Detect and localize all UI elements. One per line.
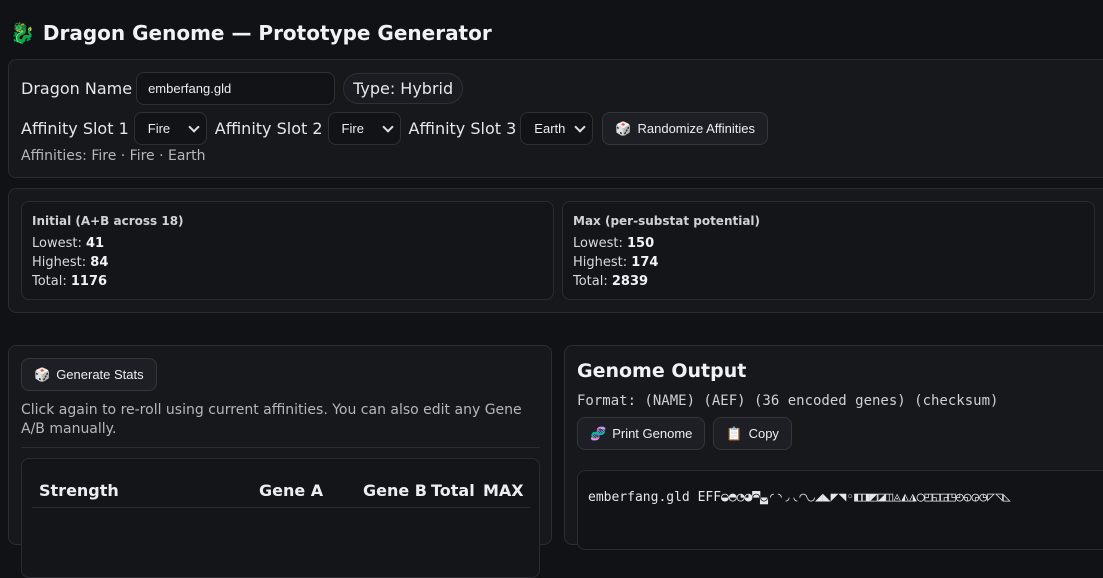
generator-panel: 🎲 Generate Stats Click again to re-roll …: [8, 345, 552, 578]
max-stats-title: Max (per-substat potential): [573, 214, 761, 228]
dice-icon: 🎲: [615, 120, 632, 136]
max-stats-card: Max (per-substat potential) Lowest: 150 …: [562, 201, 1095, 300]
generator-hint: Click again to re-roll using current aff…: [21, 402, 522, 437]
chevron-down-icon: [381, 120, 394, 133]
affinity-slot-2-value: Fire: [341, 121, 364, 136]
table-header-divider: [32, 507, 530, 508]
chevron-down-icon: [574, 120, 586, 133]
genome-output-box[interactable]: emberfang.gld EFF◒◓◔◕◚◛◜◝◞◟◠◡◢◣◤◥◦◧◨◩◪◫◬…: [577, 470, 1103, 550]
affinities-summary: Affinities: Fire · Fire · Earth: [21, 148, 206, 164]
table-header-gene-a: Gene A: [259, 481, 324, 500]
copy-button[interactable]: 📋 Copy: [713, 417, 792, 450]
type-badge-label: Type: Hybrid: [353, 79, 454, 98]
clipboard-icon: 📋: [726, 425, 743, 441]
affinity-slot-3-value: Earth: [534, 121, 566, 136]
dna-icon: 🧬: [590, 425, 607, 441]
table-header-max: MAX: [483, 481, 524, 500]
affinity-slot-1-value: Fire: [147, 121, 171, 136]
dragon-name-label: Dragon Name: [21, 79, 133, 98]
stats-panel: Initial (A+B across 18) Lowest: 41 Highe…: [8, 188, 1103, 313]
randomize-affinities-button[interactable]: 🎲 Randomize Affinities: [602, 112, 769, 145]
dragon-name-value: emberfang.gld: [148, 81, 232, 96]
stats-table: Strength Gene A Gene B Total MAX: [21, 458, 540, 578]
initial-stats-title: Initial (A+B across 18): [32, 214, 184, 228]
print-genome-button[interactable]: 🧬 Print Genome: [577, 417, 706, 450]
chevron-down-icon: [188, 120, 200, 133]
randomize-affinities-label: Randomize Affinities: [637, 121, 756, 136]
app-title: 🐉 Dragon Genome — Prototype Generator: [10, 21, 492, 45]
print-genome-label: Print Genome: [612, 426, 693, 441]
divider: [21, 447, 540, 448]
affinity-slot-2-select[interactable]: Fire: [327, 112, 401, 145]
affinity-slot-3-label: Affinity Slot 3: [408, 119, 517, 138]
table-header-gene-b: Gene B: [363, 481, 427, 500]
page-title: Dragon Genome — Prototype Generator: [42, 21, 492, 45]
affinity-slot-1-select[interactable]: Fire: [133, 112, 207, 145]
initial-stats-card: Initial (A+B across 18) Lowest: 41 Highe…: [21, 201, 554, 300]
genome-format: Format: (NAME) (AEF) (36 encoded genes) …: [577, 393, 999, 409]
copy-label: Copy: [748, 426, 779, 441]
initial-highest: Highest: 84: [32, 255, 109, 270]
genome-output-panel: Genome Output Format: (NAME) (AEF) (36 e…: [564, 345, 1103, 550]
affinity-slot-3-select[interactable]: Earth: [520, 112, 594, 145]
genome-output-text: emberfang.gld EFF◒◓◔◕◚◛◜◝◞◟◠◡◢◣◤◥◦◧◨◩◪◫◬…: [588, 490, 1011, 505]
genome-output-title: Genome Output: [577, 360, 747, 382]
dragon-name-input[interactable]: emberfang.gld: [136, 72, 336, 105]
max-total: Total: 2839: [573, 274, 649, 289]
initial-lowest: Lowest: 41: [32, 236, 105, 251]
dragon-icon: 🐉: [10, 21, 35, 45]
dice-icon: 🎲: [34, 366, 51, 382]
initial-total: Total: 1176: [32, 274, 108, 289]
affinity-slot-1-label: Affinity Slot 1: [21, 119, 129, 138]
max-highest: Highest: 174: [573, 255, 659, 270]
type-badge: Type: Hybrid: [343, 73, 464, 104]
generate-stats-button[interactable]: 🎲 Generate Stats: [21, 358, 157, 391]
table-header-stat: Strength: [39, 481, 119, 500]
table-header-total: Total: [431, 481, 475, 500]
dragon-form-panel: Dragon Name emberfang.gld Type: Hybrid A…: [8, 59, 1103, 178]
max-lowest: Lowest: 150: [573, 236, 655, 251]
affinity-slot-2-label: Affinity Slot 2: [214, 119, 323, 138]
generate-stats-label: Generate Stats: [56, 367, 144, 382]
